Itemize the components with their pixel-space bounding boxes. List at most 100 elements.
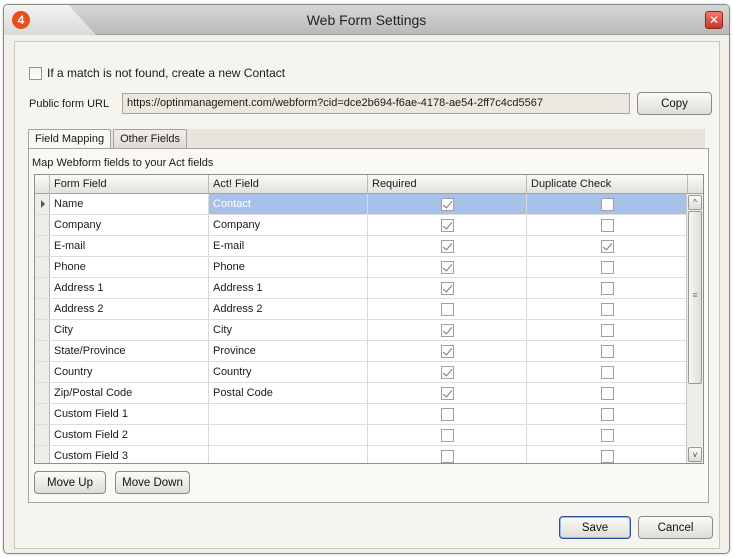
row-indicator[interactable]: [35, 446, 50, 463]
duplicate-check-checkbox[interactable]: [600, 281, 614, 295]
required-checkbox[interactable]: [440, 302, 454, 316]
form-field-cell[interactable]: Custom Field 2: [50, 425, 209, 445]
duplicate-check-checkbox[interactable]: [600, 260, 614, 274]
table-row[interactable]: E-mail E-mail: [35, 236, 688, 257]
row-indicator[interactable]: [35, 425, 50, 445]
act-field-cell[interactable]: Address 2: [209, 299, 368, 319]
form-field-cell[interactable]: Zip/Postal Code: [50, 383, 209, 403]
act-field-cell[interactable]: [209, 404, 368, 424]
act-field-cell[interactable]: Country: [209, 362, 368, 382]
required-checkbox[interactable]: [440, 365, 454, 379]
create-contact-option[interactable]: If a match is not found, create a new Co…: [29, 65, 285, 81]
act-field-cell[interactable]: Phone: [209, 257, 368, 277]
required-cell: [368, 278, 527, 298]
move-down-button[interactable]: Move Down: [115, 471, 190, 494]
duplicate-check-checkbox[interactable]: [600, 302, 614, 316]
row-indicator[interactable]: [35, 404, 50, 424]
close-button[interactable]: ✕: [705, 11, 723, 29]
form-field-cell[interactable]: City: [50, 320, 209, 340]
move-up-button[interactable]: Move Up: [34, 471, 106, 494]
required-checkbox[interactable]: [440, 281, 454, 295]
act-field-cell[interactable]: City: [209, 320, 368, 340]
act-field-cell[interactable]: E-mail: [209, 236, 368, 256]
required-checkbox[interactable]: [440, 260, 454, 274]
required-checkbox[interactable]: [440, 197, 454, 211]
form-field-cell[interactable]: Name: [50, 194, 209, 214]
duplicate-check-checkbox[interactable]: [600, 344, 614, 358]
title-bar[interactable]: 4 Web Form Settings ✕: [4, 5, 729, 35]
table-row[interactable]: City City: [35, 320, 688, 341]
form-field-cell[interactable]: Phone: [50, 257, 209, 277]
form-field-cell[interactable]: Country: [50, 362, 209, 382]
form-field-cell[interactable]: E-mail: [50, 236, 209, 256]
grid-vertical-scrollbar[interactable]: ^ ≡ v: [686, 194, 703, 463]
duplicate-check-checkbox[interactable]: [600, 218, 614, 232]
required-checkbox[interactable]: [440, 239, 454, 253]
table-row[interactable]: Address 1 Address 1: [35, 278, 688, 299]
act-field-cell[interactable]: Company: [209, 215, 368, 235]
required-cell: [368, 362, 527, 382]
act-field-cell[interactable]: [209, 446, 368, 463]
row-indicator[interactable]: [35, 362, 50, 382]
table-row[interactable]: State/Province Province: [35, 341, 688, 362]
tab-field-mapping[interactable]: Field Mapping: [28, 129, 112, 150]
duplicate-check-checkbox[interactable]: [600, 407, 614, 421]
table-row[interactable]: Company Company: [35, 215, 688, 236]
table-row[interactable]: Phone Phone: [35, 257, 688, 278]
form-field-cell[interactable]: State/Province: [50, 341, 209, 361]
required-checkbox[interactable]: [440, 218, 454, 232]
act-field-cell[interactable]: Postal Code: [209, 383, 368, 403]
row-indicator[interactable]: [35, 299, 50, 319]
table-row[interactable]: Zip/Postal Code Postal Code: [35, 383, 688, 404]
form-field-cell[interactable]: Custom Field 3: [50, 446, 209, 463]
required-checkbox[interactable]: [440, 323, 454, 337]
required-checkbox[interactable]: [440, 407, 454, 421]
create-contact-checkbox[interactable]: [29, 66, 42, 80]
column-header-form-field[interactable]: Form Field: [50, 175, 209, 194]
column-header-act-field[interactable]: Act! Field: [209, 175, 368, 194]
row-indicator[interactable]: [35, 236, 50, 256]
table-row[interactable]: Address 2 Address 2: [35, 299, 688, 320]
form-field-cell[interactable]: Address 1: [50, 278, 209, 298]
table-row[interactable]: Custom Field 3: [35, 446, 688, 463]
duplicate-check-checkbox[interactable]: [600, 197, 614, 211]
duplicate-check-checkbox[interactable]: [600, 239, 614, 253]
act-field-cell[interactable]: Province: [209, 341, 368, 361]
duplicate-check-checkbox[interactable]: [600, 365, 614, 379]
required-checkbox[interactable]: [440, 386, 454, 400]
tab-other-fields[interactable]: Other Fields: [113, 129, 188, 149]
scroll-up-icon[interactable]: ^: [688, 195, 702, 210]
row-indicator[interactable]: [35, 257, 50, 277]
form-field-cell[interactable]: Address 2: [50, 299, 209, 319]
table-row[interactable]: Custom Field 2: [35, 425, 688, 446]
cancel-button[interactable]: Cancel: [638, 516, 713, 539]
act-field-cell[interactable]: Address 1: [209, 278, 368, 298]
table-row[interactable]: Country Country: [35, 362, 688, 383]
required-checkbox[interactable]: [440, 428, 454, 442]
required-checkbox[interactable]: [440, 344, 454, 358]
row-indicator[interactable]: [35, 278, 50, 298]
form-field-cell[interactable]: Custom Field 1: [50, 404, 209, 424]
table-row[interactable]: Custom Field 1: [35, 404, 688, 425]
save-button[interactable]: Save: [559, 516, 631, 539]
duplicate-check-checkbox[interactable]: [600, 323, 614, 337]
column-header-required[interactable]: Required: [368, 175, 527, 194]
duplicate-check-checkbox[interactable]: [600, 428, 614, 442]
row-indicator[interactable]: [35, 194, 50, 214]
duplicate-check-checkbox[interactable]: [600, 386, 614, 400]
required-checkbox[interactable]: [440, 449, 454, 463]
column-header-duplicate-check[interactable]: Duplicate Check: [527, 175, 688, 194]
row-indicator[interactable]: [35, 383, 50, 403]
act-field-cell[interactable]: [209, 425, 368, 445]
act-field-cell[interactable]: Contact: [209, 194, 368, 214]
duplicate-check-checkbox[interactable]: [600, 449, 614, 463]
row-indicator[interactable]: [35, 215, 50, 235]
row-indicator[interactable]: [35, 320, 50, 340]
form-field-cell[interactable]: Company: [50, 215, 209, 235]
scroll-thumb[interactable]: ≡: [688, 211, 702, 384]
copy-button[interactable]: Copy: [637, 92, 712, 115]
public-form-url-field[interactable]: https://optinmanagement.com/webform?cid=…: [122, 93, 630, 114]
row-indicator[interactable]: [35, 341, 50, 361]
table-row[interactable]: Name Contact: [35, 194, 688, 215]
scroll-down-icon[interactable]: v: [688, 447, 702, 462]
